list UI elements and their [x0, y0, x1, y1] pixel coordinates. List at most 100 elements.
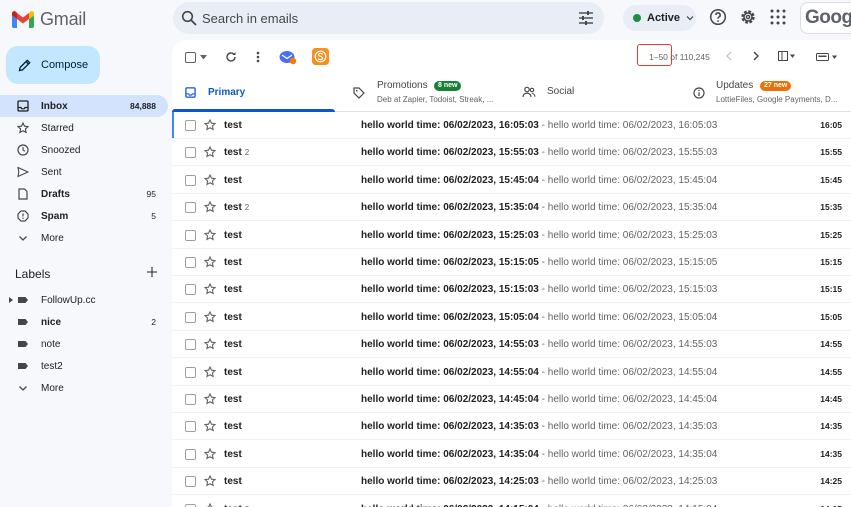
sidebar-item-more[interactable]: More: [0, 227, 168, 249]
email-subject-line: hello world time: 06/02/2023, 15:35:04 -…: [361, 202, 816, 213]
email-row[interactable]: test hello world time: 06/02/2023, 14:35:…: [172, 413, 851, 441]
row-checkbox[interactable]: [185, 311, 196, 323]
select-dropdown-icon[interactable]: [200, 55, 207, 60]
sidebar-item-inbox[interactable]: Inbox 84,888: [0, 95, 168, 117]
refresh-icon[interactable]: [225, 51, 237, 63]
compose-button[interactable]: Compose: [6, 46, 100, 84]
label-item-note[interactable]: note: [0, 333, 168, 355]
star-icon[interactable]: [204, 502, 216, 507]
email-row[interactable]: test 2 hello world time: 06/02/2023, 15:35…: [172, 194, 851, 222]
search-icon[interactable]: [181, 10, 197, 26]
email-row[interactable]: test hello world time: 06/02/2023, 14:55:…: [172, 331, 851, 359]
sidebar-item-starred[interactable]: Starred: [0, 117, 168, 139]
add-label-icon[interactable]: [146, 266, 158, 278]
status-selector[interactable]: Active: [623, 5, 696, 31]
row-checkbox[interactable]: [185, 229, 196, 241]
email-time: 15:15: [820, 284, 842, 295]
email-row[interactable]: test hello world time: 06/02/2023, 16:05:…: [172, 112, 851, 139]
row-checkbox[interactable]: [185, 202, 196, 214]
app-name: Gmail: [40, 9, 87, 29]
star-icon[interactable]: [204, 119, 216, 131]
email-subject-line: hello world time: 06/02/2023, 15:15:05 -…: [361, 257, 816, 268]
account-button[interactable]: Google: [800, 2, 851, 34]
star-icon[interactable]: [204, 283, 216, 295]
email-sender: test2: [224, 147, 249, 158]
star-icon[interactable]: [204, 146, 216, 158]
sidebar-item-drafts[interactable]: Drafts 95: [0, 183, 168, 205]
label-item-nice[interactable]: nice 2: [0, 311, 168, 333]
email-row[interactable]: test hello world time: 06/02/2023, 14:25:…: [172, 468, 851, 496]
label-name: test2: [41, 360, 63, 372]
star-icon[interactable]: [204, 447, 216, 460]
email-subject: hello world time: 06/02/2023, 14:55:04: [361, 366, 539, 378]
row-checkbox[interactable]: [185, 394, 196, 405]
star-icon[interactable]: [204, 310, 216, 323]
row-checkbox[interactable]: [185, 339, 196, 351]
search-bar[interactable]: [173, 2, 604, 34]
row-checkbox[interactable]: [185, 366, 196, 378]
label-item-test2[interactable]: test2: [0, 355, 168, 377]
row-checkbox[interactable]: [185, 284, 196, 296]
apps-grid-icon[interactable]: [769, 8, 787, 26]
email-subject-line: hello world time: 06/02/2023, 14:25:03 -…: [361, 476, 816, 487]
email-row[interactable]: test hello world time: 06/02/2023, 15:25:…: [172, 221, 851, 249]
row-checkbox[interactable]: [185, 174, 196, 186]
label-item-followup[interactable]: FollowUp.cc: [0, 289, 168, 311]
tab-name: Social: [547, 86, 575, 97]
labels-more[interactable]: More: [0, 377, 168, 399]
tab-primary[interactable]: Primary: [172, 74, 335, 112]
followup-extension-icon[interactable]: [279, 49, 297, 65]
tab-promotions[interactable]: Promotions 8 new Deb at Zapier, Todoist,…: [343, 74, 509, 111]
tab-social[interactable]: Social: [515, 74, 680, 111]
row-checkbox[interactable]: [185, 120, 196, 131]
sidebar-item-sent[interactable]: Sent: [0, 161, 168, 183]
email-time: 15:25: [820, 229, 842, 240]
sender-name: test: [224, 284, 242, 296]
star-icon[interactable]: [204, 365, 216, 378]
more-options-icon[interactable]: [256, 51, 260, 63]
email-row[interactable]: test hello world time: 06/02/2023, 15:15:…: [172, 249, 851, 276]
help-icon[interactable]: [709, 8, 727, 26]
star-icon[interactable]: [204, 256, 216, 268]
search-input[interactable]: [202, 8, 562, 28]
chevron-down-icon: [19, 386, 27, 391]
select-all-checkbox[interactable]: [185, 52, 196, 63]
streak-extension-icon[interactable]: [312, 48, 329, 65]
tab-updates[interactable]: Updates 27 new LottieFiles, Google Payme…: [686, 74, 851, 111]
sidebar-item-label: Drafts: [41, 188, 70, 200]
input-tools-icon[interactable]: [816, 52, 838, 62]
email-row[interactable]: test hello world time: 06/02/2023, 14:45:…: [172, 386, 851, 413]
search-options-icon[interactable]: [578, 10, 594, 26]
row-checkbox[interactable]: [185, 421, 196, 433]
star-icon[interactable]: [204, 228, 216, 241]
sidebar-item-snoozed[interactable]: Snoozed: [0, 139, 168, 161]
next-page-icon[interactable]: [752, 51, 760, 61]
sidebar-item-spam[interactable]: Spam 5: [0, 205, 168, 227]
email-row[interactable]: test hello world time: 06/02/2023, 15:05:…: [172, 303, 851, 331]
row-checkbox[interactable]: [185, 448, 196, 460]
row-checkbox[interactable]: [185, 147, 196, 159]
row-checkbox[interactable]: [185, 503, 196, 507]
email-row[interactable]: test hello world time: 06/02/2023, 14:55:…: [172, 358, 851, 386]
star-icon[interactable]: [204, 201, 216, 213]
email-row[interactable]: test hello world time: 06/02/2023, 15:45:…: [172, 166, 851, 194]
email-row[interactable]: test hello world time: 06/02/2023, 14:35:…: [172, 440, 851, 468]
split-pane-toggle-icon[interactable]: [778, 51, 796, 61]
row-checkbox[interactable]: [185, 476, 196, 488]
email-subject-line: hello world time: 06/02/2023, 15:15:03 -…: [361, 284, 816, 295]
email-row[interactable]: test2 hello world time: 06/02/2023, 14:15…: [172, 495, 851, 507]
row-checkbox[interactable]: [185, 257, 196, 268]
expand-arrow-icon[interactable]: [9, 297, 14, 303]
star-icon[interactable]: [204, 475, 216, 487]
star-icon[interactable]: [204, 420, 216, 432]
star-icon[interactable]: [204, 173, 216, 186]
settings-gear-icon[interactable]: [739, 8, 757, 26]
email-row[interactable]: test hello world time: 06/02/2023, 15:15:…: [172, 276, 851, 304]
previous-page-icon[interactable]: [725, 51, 733, 61]
email-row[interactable]: test 2 hello world time: 06/02/2023, 15:55…: [172, 139, 851, 167]
gmail-logo[interactable]: Gmail: [12, 9, 86, 30]
email-subject-line: hello world time: 06/02/2023, 15:05:04 -…: [361, 312, 816, 323]
email-subject: hello world time: 06/02/2023, 14:45:04: [361, 394, 539, 405]
star-icon[interactable]: [204, 338, 216, 350]
star-icon[interactable]: [204, 393, 216, 405]
